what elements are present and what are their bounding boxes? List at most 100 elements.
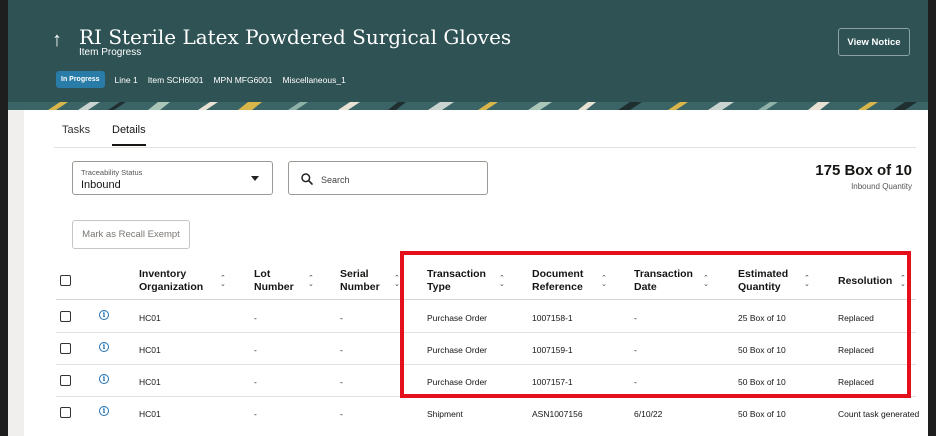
cell-estimated-quantity: 50 Box of 10 (738, 409, 786, 419)
column-label: Resolution (838, 275, 893, 287)
table-row[interactable]: i HC01 - - Shipment ASN1007156 6/10/22 5… (56, 397, 920, 429)
cell-transaction-date: - (634, 377, 637, 387)
select-label: Traceability Status (81, 168, 143, 177)
info-icon[interactable]: i (99, 310, 109, 320)
search-placeholder: Search (321, 175, 350, 185)
tab-divider (54, 147, 916, 148)
cell-resolution: Count task generated (838, 409, 920, 419)
column-label: Inventory (139, 268, 187, 280)
sort-icon[interactable]: ⌃ ⌄ (703, 275, 709, 288)
table-row[interactable]: i HC01 - - Purchase Order 1007159-1 - 50… (56, 333, 916, 365)
column-document-reference[interactable]: Document Reference (532, 268, 583, 294)
column-label: Date (634, 281, 657, 293)
info-icon[interactable]: i (99, 374, 109, 384)
select-value: Inbound (81, 179, 121, 191)
sort-icon[interactable]: ⌃ ⌄ (804, 275, 810, 288)
column-serial-number[interactable]: Serial Number (340, 268, 380, 294)
tab-selected-indicator (112, 144, 146, 146)
meta-category: Miscellaneous_1 (282, 74, 346, 85)
view-notice-button[interactable]: View Notice (838, 28, 910, 56)
page-subtitle: Item Progress (79, 47, 142, 58)
column-transaction-type[interactable]: Transaction Type (427, 268, 486, 294)
column-label: Estimated (738, 268, 789, 280)
column-transaction-date[interactable]: Transaction Date (634, 268, 693, 294)
column-label: Lot (254, 268, 271, 280)
up-arrow-icon[interactable]: ↑ (52, 30, 62, 50)
cell-organization: HC01 (139, 409, 161, 419)
column-label: Transaction (634, 268, 693, 280)
chevron-down-icon (251, 176, 259, 181)
cell-serial: - (340, 313, 343, 323)
cell-estimated-quantity: 50 Box of 10 (738, 377, 786, 387)
sort-icon[interactable]: ⌃ ⌄ (220, 275, 226, 288)
tab-tasks[interactable]: Tasks (62, 124, 90, 136)
cell-serial: - (340, 377, 343, 387)
details-card: Tasks Details Traceability Status Inboun… (24, 110, 928, 436)
meta-mpn: MPN MFG6001 (213, 74, 273, 85)
table-row[interactable]: i HC01 - - Purchase Order 1007157-1 - 50… (56, 365, 916, 397)
column-lot-number[interactable]: Lot Number (254, 268, 294, 294)
search-icon (301, 173, 313, 185)
cell-document-reference: ASN1007156 (532, 409, 583, 419)
decorative-banner (8, 102, 928, 110)
cell-lot: - (254, 409, 257, 419)
meta-item-number: Item SCH6001 (147, 74, 204, 85)
column-label: Type (427, 281, 451, 293)
tab-details[interactable]: Details (112, 124, 146, 136)
inbound-quantity: 175 Box of 10 Inbound Quantity (815, 162, 912, 191)
mark-recall-exempt-button[interactable]: Mark as Recall Exempt (72, 220, 190, 249)
traceability-status-select[interactable]: Traceability Status Inbound (72, 161, 273, 195)
cell-organization: HC01 (139, 377, 161, 387)
column-label: Transaction (427, 268, 486, 280)
cell-transaction-date: - (634, 313, 637, 323)
meta-line: Line 1 (114, 74, 138, 85)
row-checkbox[interactable] (60, 311, 71, 322)
sort-icon[interactable]: ⌃ ⌄ (499, 275, 505, 288)
row-checkbox[interactable] (60, 375, 71, 386)
page-title: RI Sterile Latex Powdered Surgical Glove… (79, 25, 512, 49)
item-meta: In Progress Line 1 Item SCH6001 MPN MFG6… (56, 71, 346, 88)
sort-icon[interactable]: ⌃ ⌄ (394, 275, 400, 288)
cell-estimated-quantity: 50 Box of 10 (738, 345, 786, 355)
tab-bar: Tasks Details (24, 110, 928, 148)
column-inventory-organization[interactable]: Inventory Organization (139, 268, 203, 294)
cell-transaction-type: Purchase Order (427, 345, 487, 355)
cell-transaction-type: Shipment (427, 409, 463, 419)
cell-transaction-date: - (634, 345, 637, 355)
row-checkbox[interactable] (60, 343, 71, 354)
search-input[interactable]: Search (288, 161, 488, 195)
app-frame: ↑ RI Sterile Latex Powdered Surgical Glo… (8, 0, 928, 436)
select-all-checkbox[interactable] (60, 275, 71, 286)
cell-resolution: Replaced (838, 377, 874, 387)
column-label: Organization (139, 281, 204, 293)
page-header: ↑ RI Sterile Latex Powdered Surgical Glo… (8, 0, 928, 102)
row-checkbox[interactable] (60, 407, 71, 418)
cell-lot: - (254, 345, 257, 355)
table-row[interactable]: i HC01 - - Purchase Order 1007158-1 - 25… (56, 301, 916, 333)
column-resolution[interactable]: Resolution (838, 275, 892, 288)
status-badge: In Progress (56, 71, 105, 88)
cell-serial: - (340, 409, 343, 419)
column-estimated-quantity[interactable]: Estimated Quantity (738, 268, 788, 294)
info-icon[interactable]: i (99, 342, 109, 352)
sort-icon[interactable]: ⌃ ⌄ (601, 275, 607, 288)
sort-icon[interactable]: ⌃ ⌄ (900, 275, 906, 288)
quantity-label: Inbound Quantity (851, 182, 912, 191)
cell-lot: - (254, 313, 257, 323)
cell-transaction-type: Purchase Order (427, 377, 487, 387)
cell-organization: HC01 (139, 313, 161, 323)
quantity-value: 175 Box of 10 (815, 162, 912, 179)
cell-document-reference: 1007158-1 (532, 313, 573, 323)
table-header: Inventory Organization ⌃ ⌄ Lot Number ⌃ ⌄ … (56, 261, 916, 300)
info-icon[interactable]: i (99, 406, 109, 416)
cell-resolution: Replaced (838, 345, 874, 355)
sort-icon[interactable]: ⌃ ⌄ (308, 275, 314, 288)
cell-lot: - (254, 377, 257, 387)
cell-transaction-type: Purchase Order (427, 313, 487, 323)
column-label: Quantity (738, 281, 781, 293)
column-label: Number (340, 281, 380, 293)
column-label: Document (532, 268, 584, 280)
cell-organization: HC01 (139, 345, 161, 355)
cell-transaction-date: 6/10/22 (634, 409, 663, 419)
cell-document-reference: 1007159-1 (532, 345, 573, 355)
